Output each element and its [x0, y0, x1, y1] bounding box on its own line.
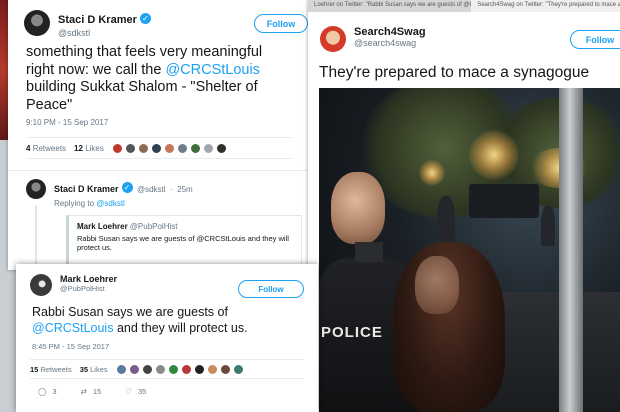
police-vest-text: POLICE	[321, 324, 383, 341]
tweet-text: They're prepared to mace a synagogue	[319, 64, 590, 81]
tweet-stats: 4 Retweets 12 Likes	[26, 137, 292, 159]
thread-line	[35, 205, 37, 265]
like-button[interactable]: ♡ 35	[125, 387, 146, 396]
follow-button[interactable]: Follow	[254, 14, 308, 33]
tweet-video[interactable]: POLICE	[319, 88, 620, 412]
likes-stat[interactable]: 35 Likes	[80, 365, 108, 374]
tweet-text: something that feels very meaningful rig…	[8, 38, 310, 114]
retweets-stat[interactable]: 15 Retweets	[30, 365, 72, 374]
background-strip	[0, 0, 8, 140]
retweet-button[interactable]: ⇄ 15	[81, 387, 102, 396]
tweet-mark-loehrer: Mark Loehrer @PubPolHist Follow Rabbi Su…	[16, 264, 318, 412]
video-light	[419, 160, 445, 186]
retweet-count: 15	[92, 387, 102, 396]
tweet-stats: 15 Retweets 35 Likes	[30, 359, 304, 379]
liker-avatar[interactable]	[154, 363, 166, 375]
heart-icon: ♡	[125, 387, 132, 396]
tweet-text-part: building Sukkat Shalom - "Shelter of Pea…	[26, 79, 258, 113]
likes-label: Likes	[85, 143, 104, 153]
tweet-actions: ◯ 3 ⇄ 15 ♡ 35	[16, 379, 318, 396]
replying-to-link[interactable]: @sdkstl	[96, 199, 125, 208]
like-count: 35	[137, 387, 147, 396]
reply-time[interactable]: 25m	[177, 185, 193, 194]
retweets-label: Retweets	[40, 364, 72, 374]
browser-tab-active[interactable]: Search4Swag on Twitter: "They're prepare…	[471, 0, 620, 12]
avatar[interactable]	[26, 179, 46, 199]
separator: ·	[170, 185, 173, 194]
screenshot-collage: Staci D Kramer ✓ @sdkstl Follow something…	[0, 0, 620, 412]
user-handle[interactable]: @sdkstl	[137, 185, 166, 194]
likes-label: Likes	[90, 364, 108, 374]
replying-prefix: Replying to	[54, 199, 97, 208]
liker-avatar[interactable]	[232, 363, 244, 375]
retweets-stat[interactable]: 4 Retweets	[26, 144, 66, 153]
reply-count: 3	[52, 387, 57, 396]
liker-avatar[interactable]	[128, 363, 140, 375]
liker-avatar[interactable]	[137, 142, 149, 154]
retweets-count: 4	[26, 143, 31, 153]
tweet-search4swag: Loehrer on Twitter: "Rabbi Susan says we…	[308, 0, 620, 412]
liker-avatar[interactable]	[167, 363, 179, 375]
tweet-text-part: Rabbi Susan says we are guests of	[32, 305, 228, 319]
follow-button[interactable]: Follow	[570, 30, 620, 49]
avatar[interactable]	[30, 274, 52, 296]
retweets-count: 15	[30, 364, 39, 374]
video-pole	[559, 88, 583, 412]
display-name[interactable]: Staci D Kramer	[58, 14, 137, 26]
liker-avatar[interactable]	[150, 142, 162, 154]
video-officer-head	[331, 172, 385, 244]
liker-avatar[interactable]	[115, 363, 127, 375]
reply-icon: ◯	[38, 387, 47, 396]
liker-avatar[interactable]	[206, 363, 218, 375]
retweets-label: Retweets	[32, 143, 67, 153]
liker-avatar[interactable]	[176, 142, 188, 154]
liker-avatar[interactable]	[111, 142, 123, 154]
reply-button[interactable]: ◯ 3	[38, 387, 57, 396]
avatar[interactable]	[24, 10, 50, 36]
verified-badge-icon: ✓	[121, 182, 133, 194]
liker-avatar[interactable]	[215, 142, 227, 154]
video-vehicle	[469, 184, 539, 218]
tweet-timestamp[interactable]: 9:10 PM - 15 Sep 2017	[8, 114, 310, 127]
tweet-timestamp[interactable]: 8:45 PM - 15 Sep 2017	[16, 336, 318, 351]
liker-avatar[interactable]	[124, 142, 136, 154]
liker-avatar[interactable]	[219, 363, 231, 375]
liker-avatar[interactable]	[202, 142, 214, 154]
mention-link[interactable]: @CRCStLouis	[32, 321, 113, 335]
liker-avatar[interactable]	[141, 363, 153, 375]
tweet-text: Rabbi Susan says we are guests of @CRCSt…	[16, 296, 318, 336]
liker-avatar[interactable]	[180, 363, 192, 375]
quoted-display-name: Mark Loehrer	[77, 222, 128, 231]
replying-to: Replying to @sdkstl	[54, 199, 298, 208]
video-officer-neck	[355, 242, 383, 262]
retweet-icon: ⇄	[80, 387, 87, 396]
video-light	[469, 130, 519, 180]
video-woman-face	[415, 256, 459, 314]
reply-header: Staci D Kramer ✓ @sdkstl · 25m Replying t…	[8, 171, 310, 208]
browser-tab-bar: Loehrer on Twitter: "Rabbi Susan says we…	[308, 0, 620, 12]
video-bystander	[541, 206, 555, 246]
reply-tweet: Staci D Kramer ✓ @sdkstl · 25m Replying t…	[8, 170, 310, 270]
likes-stat[interactable]: 12 Likes	[74, 144, 104, 153]
quoted-handle: @PubPolHist	[129, 222, 178, 231]
liker-avatars	[111, 142, 229, 154]
liker-avatar[interactable]	[189, 142, 201, 154]
likes-count: 12	[74, 143, 83, 153]
tweet-text-part: and they will protect us.	[113, 321, 248, 335]
display-name[interactable]: Staci D Kramer	[54, 184, 119, 194]
quoted-tweet[interactable]: Mark Loehrer @PubPolHist Rabbi Susan say…	[66, 215, 302, 269]
avatar[interactable]	[320, 26, 346, 52]
liker-avatar[interactable]	[163, 142, 175, 154]
quoted-text: Rabbi Susan says we are guests of @CRCSt…	[77, 234, 289, 252]
browser-tab[interactable]: Loehrer on Twitter: "Rabbi Susan says we…	[308, 0, 471, 12]
liker-avatar[interactable]	[193, 363, 205, 375]
mention-link[interactable]: @CRCStLouis	[165, 62, 260, 78]
reply-author: Staci D Kramer ✓ @sdkstl · 25m Replying t…	[54, 179, 298, 208]
likes-count: 35	[79, 364, 89, 374]
liker-avatars	[115, 363, 246, 375]
verified-badge-icon: ✓	[139, 13, 151, 25]
follow-button[interactable]: Follow	[238, 280, 304, 298]
